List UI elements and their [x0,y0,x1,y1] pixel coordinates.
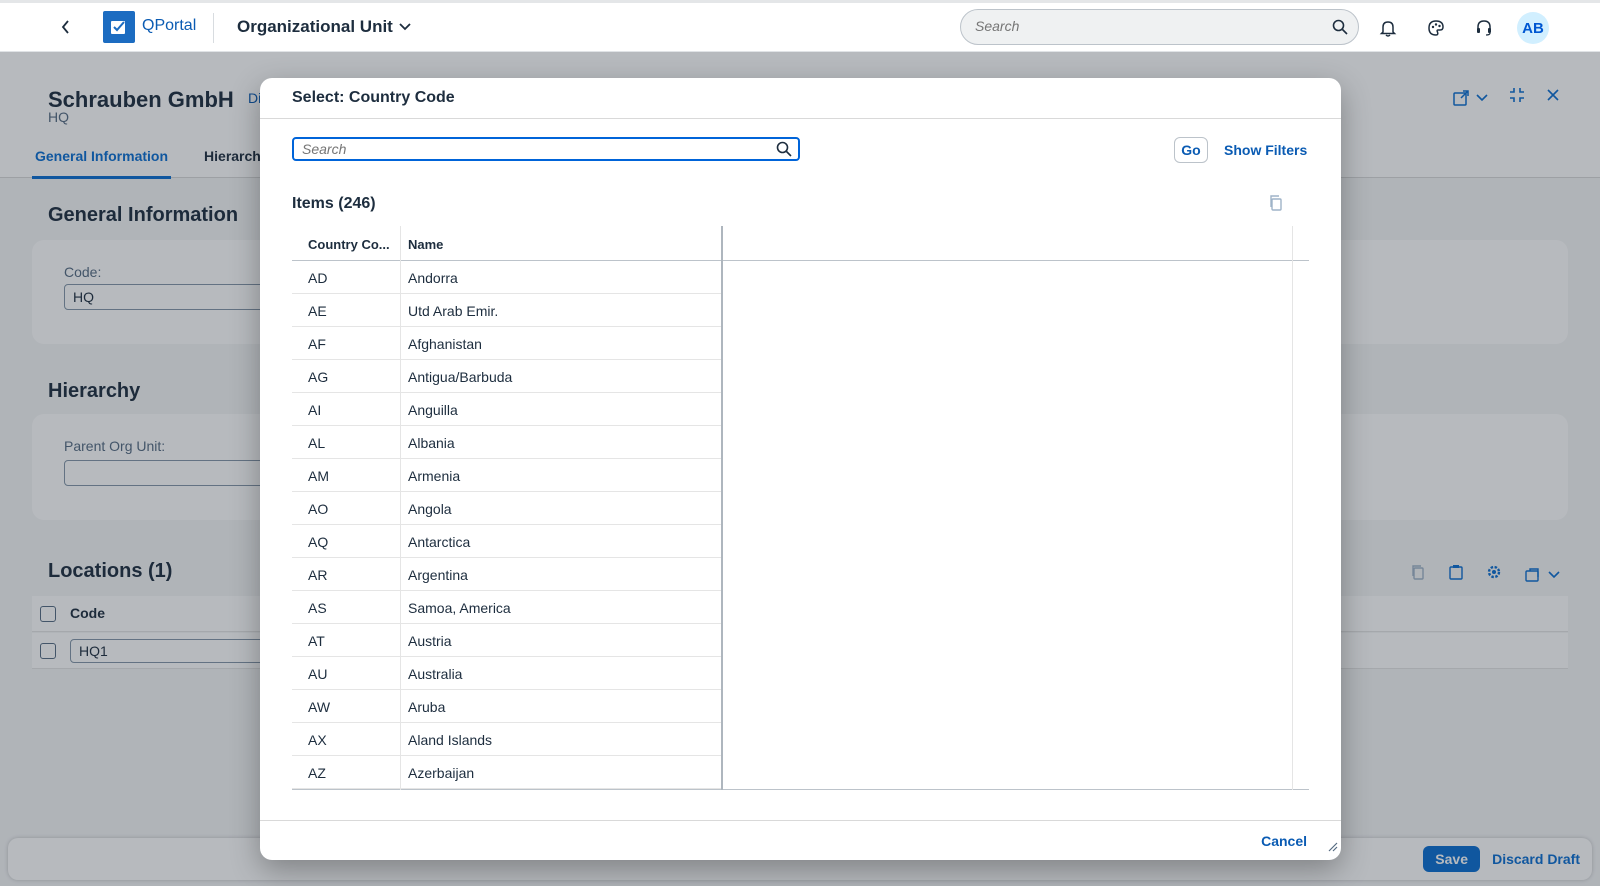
table-row[interactable]: AG Antigua/Barbuda [292,360,721,393]
cell-country-code: AS [308,600,327,616]
shell-search[interactable] [960,9,1359,45]
app-logo[interactable] [103,11,135,43]
dialog-search-input[interactable] [302,141,762,157]
shell-separator [213,13,214,43]
items-title: Items (246) [292,195,376,212]
cell-country-name: Angola [408,501,452,517]
cell-country-name: Antigua/Barbuda [408,369,513,385]
table-row[interactable]: AW Aruba [292,690,721,723]
table-row[interactable]: AF Afghanistan [292,327,721,360]
cell-country-name: Armenia [408,468,461,484]
logo-text[interactable]: QPortal [142,17,196,35]
cell-country-name: Aland Islands [408,732,493,748]
cell-country-code: AT [308,633,325,649]
cell-country-code: AE [308,303,327,319]
dialog-header: Select: Country Code [260,78,1341,119]
table-row[interactable]: AE Utd Arab Emir. [292,294,721,327]
chevron-down-icon [399,23,411,31]
table-row[interactable]: AO Angola [292,492,721,525]
table-row[interactable]: AI Anguilla [292,393,721,426]
bell-icon[interactable] [1376,16,1400,40]
app-title-menu[interactable]: Organizational Unit [237,17,411,37]
dialog-footer: Cancel [260,820,1341,860]
go-button[interactable]: Go [1174,137,1208,163]
cell-country-code: AU [308,666,328,682]
cell-country-code: AG [308,369,329,385]
cell-country-name: Austria [408,633,452,649]
table-row[interactable]: AQ Antarctica [292,525,721,558]
table-row[interactable]: AU Australia [292,657,721,690]
table-row[interactable]: AL Albania [292,426,721,459]
cell-country-code: AX [308,732,327,748]
cell-country-code: AZ [308,765,326,781]
search-icon[interactable] [776,141,792,162]
palette-icon[interactable] [1424,16,1448,40]
value-help-dialog: Select: Country Code Go Show Filters Ite… [260,78,1341,860]
dialog-search[interactable] [292,137,800,161]
country-table: Country Co... Name AD Andorra AE Utd Arab E… [292,226,1309,790]
cell-country-name: Anguilla [408,402,458,418]
cell-country-name: Argentina [408,567,468,583]
cell-country-code: AF [308,336,326,352]
cell-country-code: AO [308,501,329,517]
cell-country-name: Antarctica [408,534,471,550]
back-button[interactable] [52,12,80,42]
chevron-left-icon [61,20,69,34]
cell-country-code: AI [308,402,322,418]
resize-handle-icon[interactable] [1328,839,1338,857]
cell-country-name: Australia [408,666,463,682]
table-row[interactable]: AX Aland Islands [292,723,721,756]
cell-country-name: Samoa, America [408,600,511,616]
table-row[interactable]: AD Andorra [292,261,721,294]
copy-icon[interactable] [1268,194,1284,217]
table-row[interactable]: AR Argentina [292,558,721,591]
column-separator [1292,226,1293,790]
column-separator [721,226,723,790]
cell-country-name: Utd Arab Emir. [408,303,499,319]
cell-country-name: Afghanistan [408,336,482,352]
cell-country-code: AW [308,699,331,715]
table-row[interactable]: AS Samoa, America [292,591,721,624]
column-country-code[interactable]: Country Co... [308,237,390,252]
user-avatar[interactable]: AB [1517,12,1549,44]
cancel-button[interactable]: Cancel [1261,833,1307,849]
cell-country-name: Aruba [408,699,446,715]
table-header: Country Co... Name [292,226,1309,261]
cell-country-name: Andorra [408,270,458,286]
cell-country-name: Albania [408,435,455,451]
table-row[interactable]: AZ Azerbaijan [292,756,721,789]
table-row[interactable]: AM Armenia [292,459,721,492]
cell-country-code: AQ [308,534,329,550]
cell-country-code: AL [308,435,326,451]
shell-bar: QPortal Organizational Unit AB [0,0,1600,52]
dialog-title: Select: Country Code [292,89,455,106]
show-filters-button[interactable]: Show Filters [1224,142,1307,158]
cell-country-code: AD [308,270,328,286]
search-icon[interactable] [1332,19,1348,40]
table-row[interactable]: AT Austria [292,624,721,657]
column-name[interactable]: Name [408,237,443,252]
shell-search-input[interactable] [975,18,1315,34]
cell-country-name: Azerbaijan [408,765,475,781]
cell-country-code: AR [308,567,328,583]
app-title: Organizational Unit [237,17,393,36]
headset-icon[interactable] [1472,16,1496,40]
checklist-logo-icon [111,21,125,34]
cell-country-code: AM [308,468,329,484]
